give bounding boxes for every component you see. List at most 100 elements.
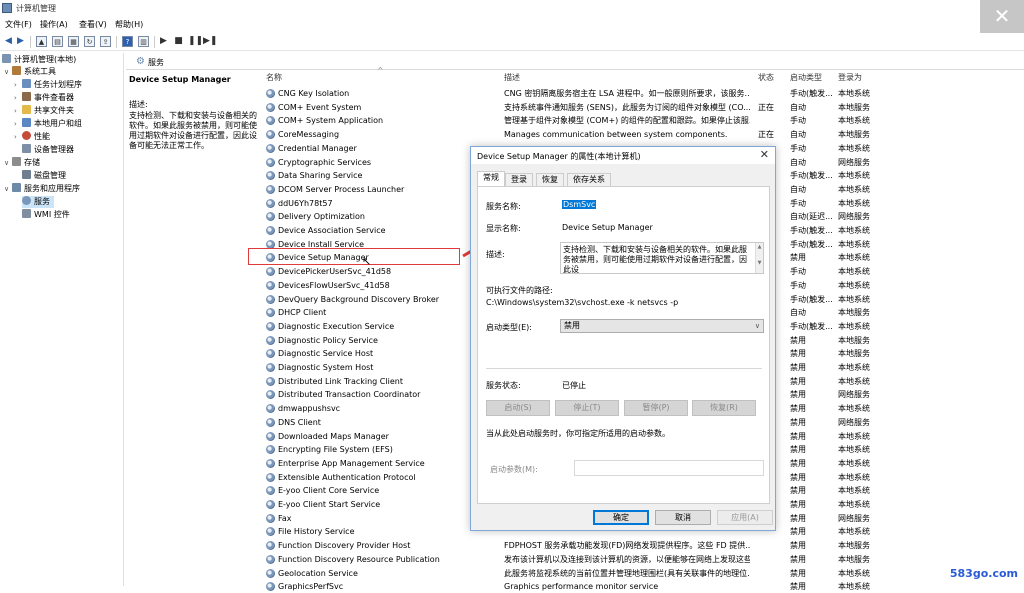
chevron-right-icon[interactable]: › [14,131,22,143]
chevron-right-icon[interactable]: › [14,105,22,117]
column-name[interactable]: 名称 [266,72,282,84]
chevron-down-icon[interactable]: ∨ [4,183,12,195]
stop-icon[interactable]: ■ [173,36,184,47]
menu-action[interactable]: 操作(A) [40,19,68,30]
service-name-value[interactable]: DsmSvc [562,200,597,209]
description-textbox[interactable]: 支持检测、下载和安装与设备相关的软件。如果此服务被禁用，则可能使用过期软件对设备… [560,242,764,274]
service-name-label: 服务名称: [486,202,521,211]
service-name: Data Sharing Service [278,171,363,181]
service-gear-icon [266,116,275,126]
pause-button[interactable]: 暂停(P) [624,400,688,416]
tree-task-scheduler[interactable]: › 任务计划程序 [14,79,82,91]
description-label: 描述: [129,100,148,109]
column-logon-as[interactable]: 登录为 [838,72,862,84]
tree-services[interactable]: 服务 [22,196,54,208]
chevron-right-icon[interactable]: › [14,118,22,130]
chevron-down-icon[interactable]: ∨ [4,157,12,169]
service-name: DCOM Server Process Launcher [278,184,405,194]
table-row[interactable]: COM+ System Application 管理基于组件对象模型 (COM+)… [264,114,1024,127]
menu-file[interactable]: 文件(F) [5,19,32,30]
help-icon[interactable]: ? [122,36,133,47]
tree-device-manager[interactable]: 设备管理器 [22,144,74,156]
service-gear-icon [266,527,275,537]
table-row[interactable]: Function Discovery Provider Host FDPHOST … [264,539,1024,552]
toolbar-separator [30,36,31,48]
service-startup-type: 禁用 [790,513,806,523]
table-row[interactable]: CoreMessaging Manages communication betwe… [264,128,1024,141]
service-name: Distributed Transaction Coordinator [278,390,421,400]
table-row[interactable]: GraphicsPerfSvc Graphics performance moni… [264,580,1024,593]
tree-performance[interactable]: › 性能 [14,131,50,143]
service-startup-type: 禁用 [790,417,806,427]
show-tree-icon[interactable]: ▤ [52,36,63,47]
menu-view[interactable]: 查看(V) [79,19,107,30]
start-params-label: 启动参数(M): [490,465,538,474]
device-manager-icon [22,144,31,153]
column-startup-type[interactable]: 启动类型 [790,72,822,84]
tab-dependencies[interactable]: 依存关系 [567,173,611,186]
service-status-value: 已停止 [562,381,586,390]
table-row[interactable]: Geolocation Service 此服务将监视系统的当前位置并管理地理围栏(… [264,567,1024,580]
start-params-input[interactable] [574,460,764,476]
folder-icon [22,105,31,114]
tree-disk-management[interactable]: 磁盘管理 [22,170,66,182]
window-close-button[interactable]: ✕ [980,0,1024,34]
service-startup-type: 自动 [790,102,806,112]
service-description: 管理基于组件对象模型 (COM+) 的组件的配置和跟踪。如果停止该服... [504,116,750,126]
table-row[interactable]: Function Discovery Resource Publication 发… [264,553,1024,566]
table-row[interactable]: CNG Key Isolation CNG 密钥隔离服务宿主在 LSA 进程中。如… [264,87,1024,100]
up-folder-icon[interactable]: ▲ [36,36,47,47]
service-startup-type: 禁用 [790,253,806,263]
refresh-icon[interactable]: ↻ [84,36,95,47]
apply-button[interactable]: 应用(A) [717,510,773,525]
startup-type-select[interactable]: 禁用 ∨ [560,319,764,333]
start-button[interactable]: 启动(S) [486,400,550,416]
tree-services-apps[interactable]: ∨ 服务和应用程序 [4,183,80,195]
service-logon-as: 本地系统 [838,239,870,249]
description-scrollbar[interactable]: ▲ ▼ [755,243,763,273]
service-logon-as: 本地系统 [838,527,870,537]
play-icon[interactable]: ▶ [158,36,169,47]
column-description[interactable]: 描述 [504,72,520,84]
tab-general[interactable]: 常规 [477,171,505,186]
chevron-right-icon[interactable]: › [14,79,22,91]
chevron-right-icon[interactable]: › [14,92,22,104]
resume-button[interactable]: 恢复(R) [692,400,756,416]
table-row[interactable]: COM+ Event System 支持系统事件通知服务 (SENS)，此服务为订… [264,101,1024,114]
column-status[interactable]: 状态 [758,72,774,84]
pause-icon[interactable]: ❚❚ [188,36,203,47]
menu-help[interactable]: 帮助(H) [115,19,143,30]
service-logon-as: 网络服务 [838,417,870,427]
tree-shared-folders[interactable]: › 共享文件夹 [14,105,74,117]
properties-icon[interactable]: ▦ [68,36,79,47]
export-list-icon[interactable]: ⇪ [100,36,111,47]
display-name-value[interactable]: Device Setup Manager [562,223,653,232]
stop-button[interactable]: 停止(T) [555,400,619,416]
tree-system-tools[interactable]: ∨ 系统工具 [4,66,56,78]
service-logon-as: 本地服务 [838,102,870,112]
navigation-tree: 计算机管理(本地) ∨ 系统工具 › 任务计划程序 › 事件查看器 › 共享文件夹 › 本… [0,53,124,586]
action-pane-icon[interactable]: ▥ [138,36,149,47]
chevron-down-icon[interactable]: ∨ [4,66,12,78]
service-startup-type: 手动(触发... [790,321,833,331]
tab-logon[interactable]: 登录 [505,173,533,186]
service-startup-type: 禁用 [790,568,806,578]
service-logon-as: 本地系统 [838,582,870,592]
tree-local-users[interactable]: › 本地用户和组 [14,118,82,130]
tree-storage[interactable]: ∨ 存储 [4,157,40,169]
tree-root[interactable]: 计算机管理(本地) [2,54,76,66]
forward-arrow-icon[interactable]: ▶ [15,36,26,47]
service-gear-icon [266,308,275,318]
service-description: FDPHOST 服务承载功能发现(FD)网络发现提供程序。这些 FD 提供... [504,541,750,551]
back-arrow-icon[interactable]: ◀ [3,36,14,47]
tree-event-viewer[interactable]: › 事件查看器 [14,92,74,104]
service-gear-icon [266,458,275,468]
ok-button[interactable]: 确定 [593,510,649,525]
cancel-button[interactable]: 取消 [655,510,711,525]
dialog-close-icon[interactable]: ✕ [760,148,769,161]
services-apps-icon [12,183,21,192]
tree-wmi[interactable]: WMI 控件 [22,209,70,221]
tab-recovery[interactable]: 恢复 [536,173,564,186]
restart-icon[interactable]: ▶❚ [203,36,217,47]
service-startup-type: 手动(触发... [790,89,833,98]
